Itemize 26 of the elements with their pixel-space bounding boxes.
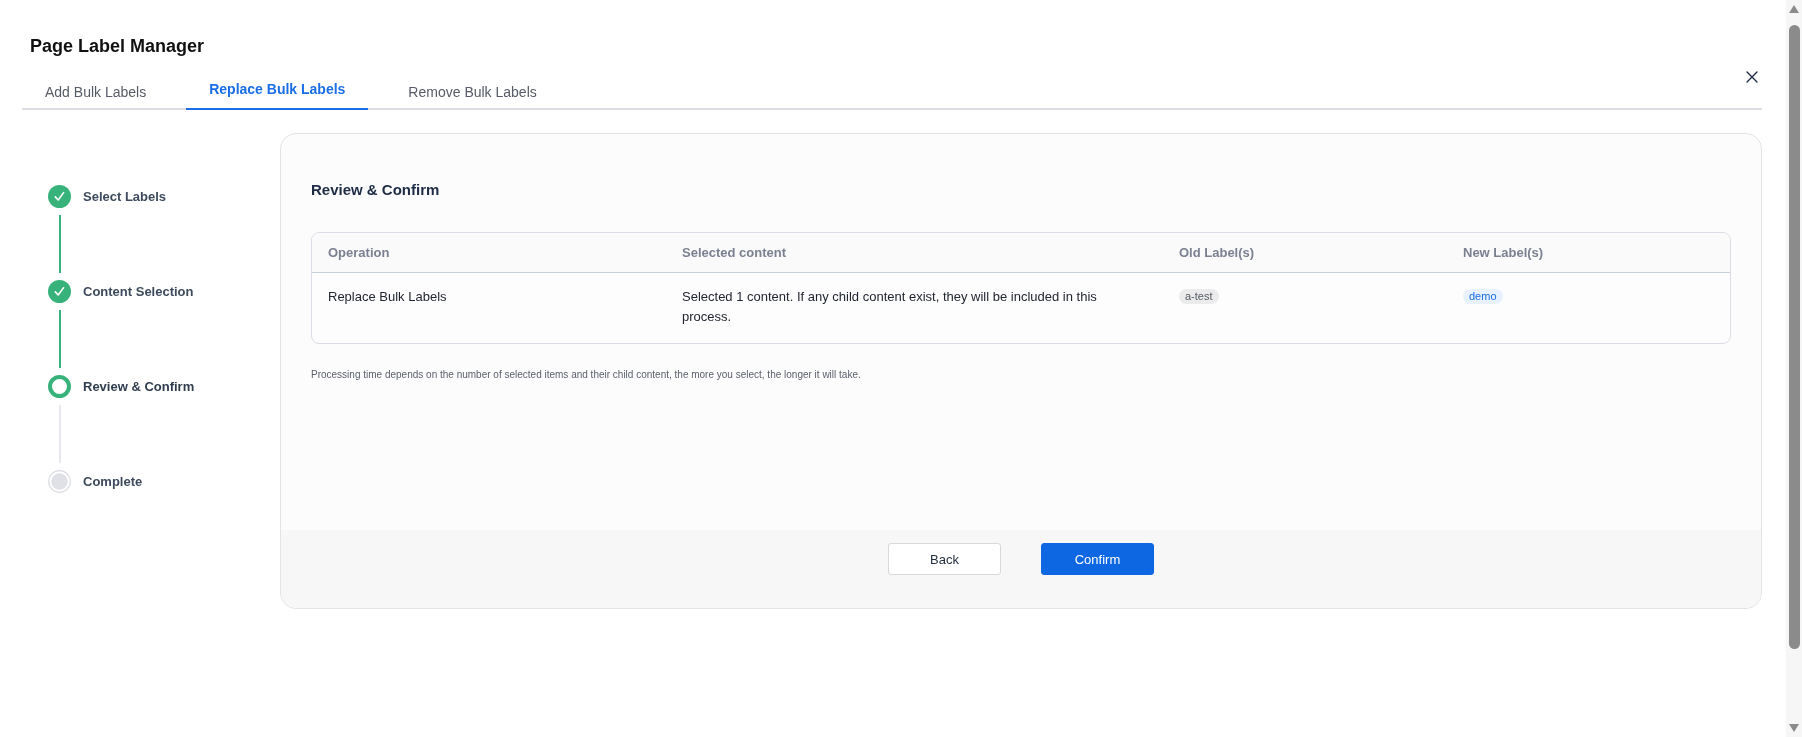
scroll-up-icon[interactable] — [1789, 5, 1799, 13]
scrollbar-thumb[interactable] — [1788, 25, 1800, 649]
step-label: Content Selection — [83, 284, 194, 299]
column-header: Selected content — [681, 245, 788, 260]
scroll-down-icon[interactable] — [1789, 724, 1799, 732]
label-tag: a-test — [1179, 289, 1219, 304]
processing-note: Processing time depends on the number of selected items and their child content, the more you select, the longer it will take. — [311, 368, 861, 382]
window-title: Page Label Manager — [30, 35, 205, 58]
column-header: Operation — [327, 245, 391, 260]
step-connector — [58, 215, 61, 273]
column-header: Old Label(s) — [1178, 245, 1256, 260]
tab[interactable]: Add Bulk Labels — [22, 62, 170, 110]
table-cell-text: Replace Bulk Labels — [328, 288, 447, 306]
step-label: Select Labels — [83, 189, 167, 204]
column-header: New Label(s) — [1462, 245, 1545, 260]
back-button[interactable]: Back — [888, 543, 1001, 575]
step-label: Complete — [83, 474, 143, 489]
step-label: Review & Confirm — [83, 379, 195, 394]
confirm-button[interactable]: Confirm — [1041, 543, 1154, 575]
table-cell-text: Selected 1 content. If any child content exist, they will be included in this process. — [682, 288, 1098, 326]
step-connector — [58, 310, 61, 368]
section-heading: Review & Confirm — [311, 180, 440, 200]
tab[interactable]: Remove Bulk Labels — [385, 62, 560, 110]
close-icon — [1746, 71, 1758, 83]
tab[interactable]: Replace Bulk Labels — [186, 62, 369, 110]
label-tag: demo — [1463, 289, 1503, 304]
